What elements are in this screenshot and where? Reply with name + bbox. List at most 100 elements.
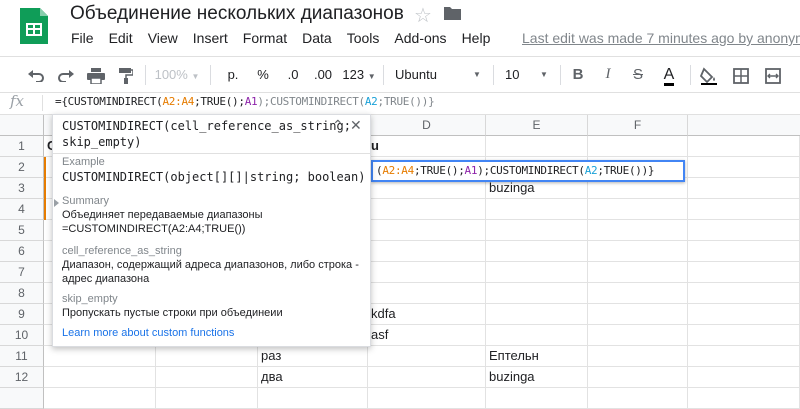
merge-cells-icon[interactable] (762, 57, 784, 92)
grid-cell[interactable] (588, 262, 688, 283)
folder-icon[interactable] (444, 6, 461, 20)
grid-cell[interactable] (368, 241, 486, 262)
grid-cell[interactable] (688, 325, 800, 346)
decrease-decimal-button[interactable]: .0 (280, 57, 306, 92)
star-icon[interactable]: ☆ (414, 3, 432, 28)
cell-c11[interactable]: раз (258, 346, 368, 367)
row-header-3[interactable]: 3 (0, 178, 44, 199)
row-header-6[interactable]: 6 (0, 241, 44, 262)
last-edit-link[interactable]: Last edit was made 7 minutes ago by anon… (522, 30, 800, 46)
grid-cell[interactable] (588, 199, 688, 220)
grid-cell[interactable] (156, 346, 258, 367)
menu-file[interactable]: File (71, 30, 94, 46)
row-header-10[interactable]: 10 (0, 325, 44, 346)
percent-button[interactable]: % (252, 57, 274, 92)
grid-cell[interactable] (588, 388, 688, 409)
paint-format-icon[interactable] (114, 57, 138, 92)
cell-e12[interactable]: buzinga (486, 367, 588, 388)
grid-cell[interactable] (688, 304, 800, 325)
cell-editor[interactable]: (A2:A4;TRUE();A1);CUSTOMINDIRECT(A2;TRUE… (371, 160, 685, 182)
cell-c12[interactable]: два (258, 367, 368, 388)
row-header-12[interactable]: 12 (0, 367, 44, 388)
grid-cell[interactable] (156, 367, 258, 388)
collapse-chevron-icon[interactable]: ⌃ (332, 117, 344, 134)
redo-icon[interactable] (54, 57, 78, 92)
row-header-8[interactable]: 8 (0, 283, 44, 304)
grid-cell[interactable] (588, 325, 688, 346)
formula-input[interactable]: ={CUSTOMINDIRECT(A2:A4;TRUE();A1);CUSTOM… (55, 95, 435, 108)
grid-cell[interactable] (486, 262, 588, 283)
font-select[interactable]: Ubuntu ▼ (395, 57, 490, 92)
menu-edit[interactable]: Edit (109, 30, 133, 46)
grid-cell[interactable] (156, 388, 258, 409)
menu-view[interactable]: View (148, 30, 178, 46)
fill-color-icon[interactable] (698, 57, 720, 92)
grid-cell[interactable] (688, 157, 800, 178)
grid-cell[interactable] (688, 388, 800, 409)
grid-cell[interactable] (588, 136, 688, 157)
grid-cell[interactable] (688, 199, 800, 220)
currency-button[interactable]: р. (222, 57, 244, 92)
grid-cell[interactable] (368, 199, 486, 220)
column-header-g[interactable] (688, 115, 800, 136)
grid-cell[interactable] (688, 178, 800, 199)
grid-cell[interactable] (368, 388, 486, 409)
document-title[interactable]: Объединение нескольких диапазонов (70, 3, 404, 25)
cell-d1[interactable]: u (368, 136, 486, 157)
cell-e11[interactable]: Ептельн (486, 346, 588, 367)
grid-cell[interactable] (44, 388, 156, 409)
grid-cell[interactable] (368, 346, 486, 367)
column-header-e[interactable]: E (486, 115, 588, 136)
grid-cell[interactable] (588, 241, 688, 262)
row-header-1[interactable]: 1 (0, 136, 44, 157)
grid-cell[interactable] (588, 283, 688, 304)
grid-cell[interactable] (368, 220, 486, 241)
row-header-11[interactable]: 11 (0, 346, 44, 367)
grid-cell[interactable] (588, 367, 688, 388)
row-header-7[interactable]: 7 (0, 262, 44, 283)
cell-d9[interactable]: kdfa (368, 304, 486, 325)
grid-cell[interactable] (688, 136, 800, 157)
grid-cell[interactable] (688, 220, 800, 241)
menu-data[interactable]: Data (302, 30, 332, 46)
grid-cell[interactable] (486, 241, 588, 262)
menu-format[interactable]: Format (243, 30, 287, 46)
row-header-4[interactable]: 4 (0, 199, 44, 220)
grid-cell[interactable] (44, 367, 156, 388)
learn-more-link[interactable]: Learn more about custom functions (62, 327, 234, 339)
expand-triangle-icon[interactable] (54, 199, 59, 207)
grid-cell[interactable] (486, 304, 588, 325)
sheets-logo-icon[interactable] (18, 6, 50, 46)
borders-icon[interactable] (730, 57, 752, 92)
italic-button[interactable]: I (598, 57, 618, 92)
grid-cell[interactable] (688, 262, 800, 283)
grid-cell[interactable] (688, 283, 800, 304)
close-icon[interactable]: ✕ (350, 117, 362, 134)
grid-cell[interactable] (588, 346, 688, 367)
strikethrough-button[interactable]: S (628, 57, 648, 92)
undo-icon[interactable] (24, 57, 48, 92)
row-header-2[interactable]: 2 (0, 157, 44, 178)
row-header-5[interactable]: 5 (0, 220, 44, 241)
cell-d10[interactable]: asf (368, 325, 486, 346)
menu-addons[interactable]: Add-ons (394, 30, 446, 46)
increase-decimal-button[interactable]: .00 (310, 57, 336, 92)
row-header-13[interactable] (0, 388, 44, 409)
font-size-select[interactable]: 10 ▼ (505, 57, 555, 92)
row-header-9[interactable]: 9 (0, 304, 44, 325)
grid-cell[interactable] (486, 388, 588, 409)
column-header-d[interactable]: D (368, 115, 486, 136)
grid-cell[interactable] (688, 241, 800, 262)
grid-cell[interactable] (486, 220, 588, 241)
grid-cell[interactable] (688, 346, 800, 367)
grid-cell[interactable] (486, 325, 588, 346)
bold-button[interactable]: B (568, 57, 588, 92)
grid-cell[interactable] (44, 346, 156, 367)
grid-cell[interactable] (486, 199, 588, 220)
grid-cell[interactable] (588, 220, 688, 241)
grid-cell[interactable] (368, 367, 486, 388)
grid-cell[interactable] (588, 304, 688, 325)
grid-cell[interactable] (258, 388, 368, 409)
grid-cell[interactable] (368, 283, 486, 304)
grid-cell[interactable] (486, 136, 588, 157)
